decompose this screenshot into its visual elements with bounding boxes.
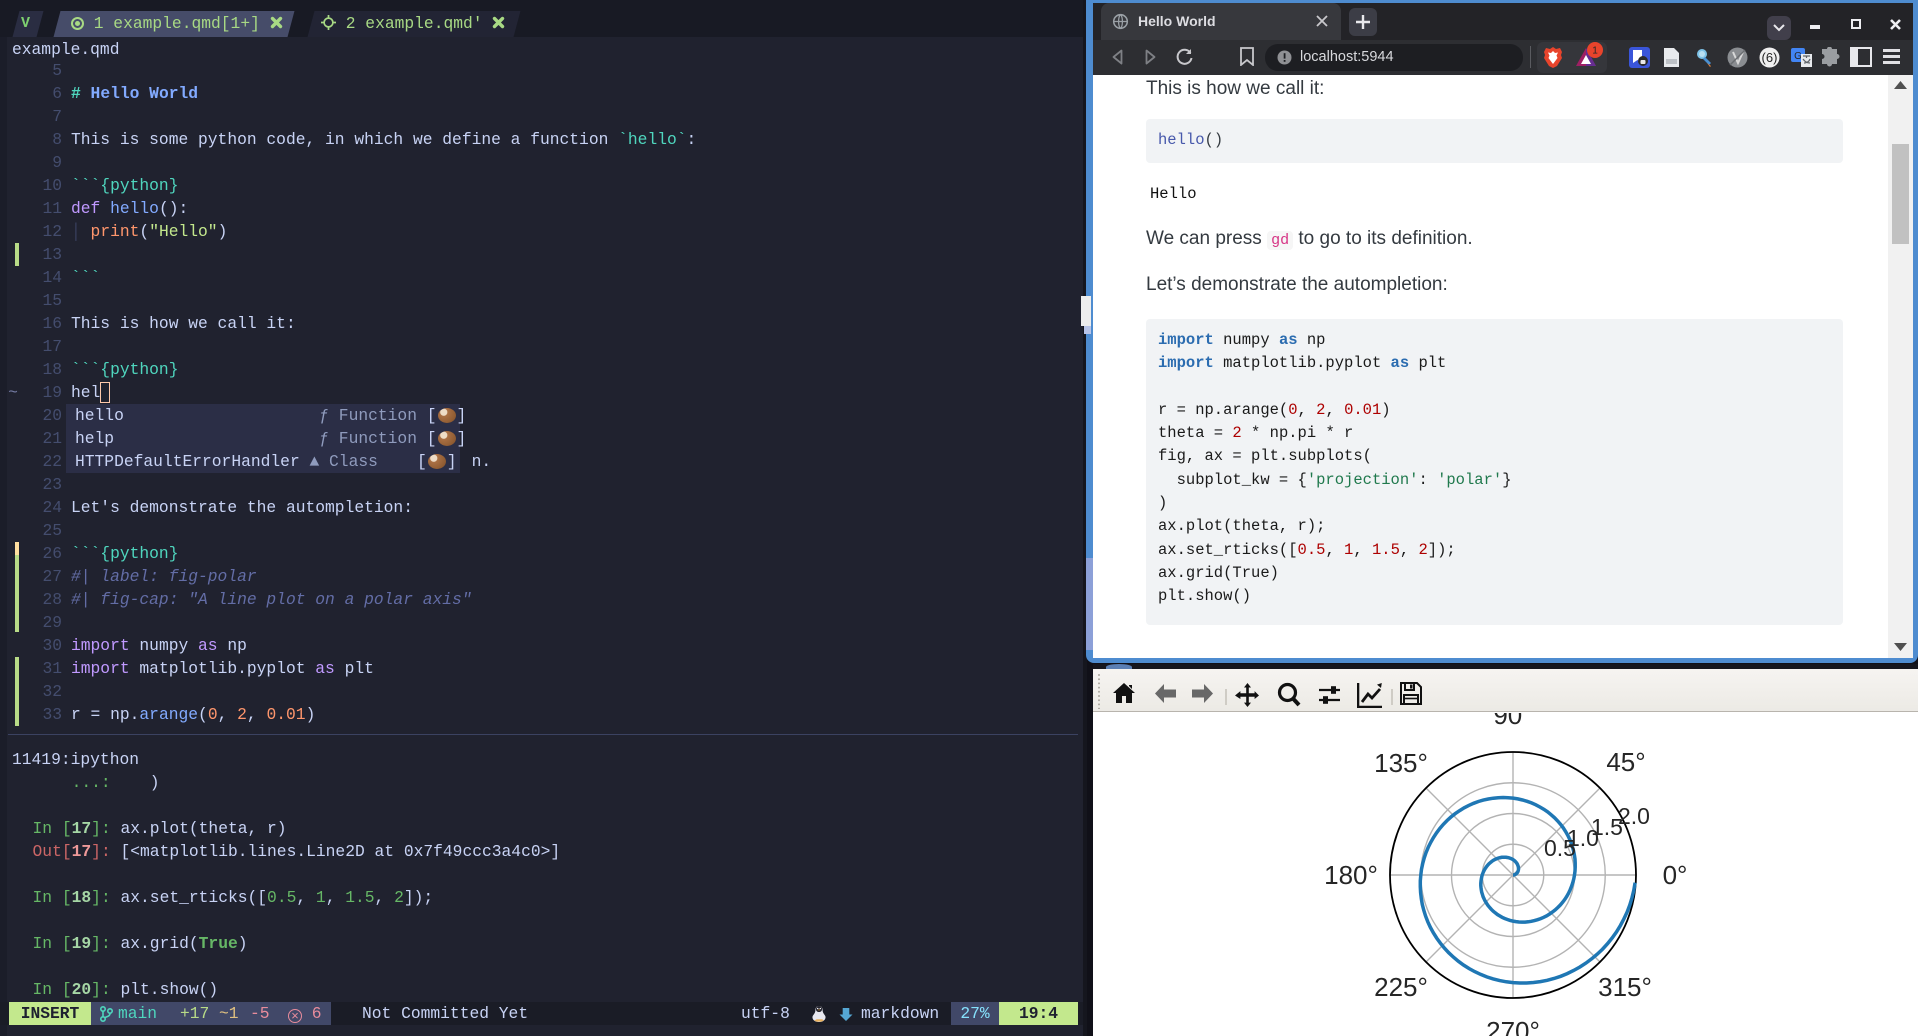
svg-text:90°: 90° xyxy=(1493,713,1532,730)
svg-text:(6): (6) xyxy=(1762,50,1778,65)
svg-text:135°: 135° xyxy=(1374,748,1428,778)
svg-text:270°: 270° xyxy=(1486,1016,1540,1036)
svg-text:G: G xyxy=(1794,51,1802,62)
svg-text:180°: 180° xyxy=(1324,860,1378,890)
svg-text:225°: 225° xyxy=(1374,972,1428,1002)
svg-text:0°: 0° xyxy=(1663,860,1688,890)
svg-text:2.0: 2.0 xyxy=(1618,803,1650,829)
svg-text:315°: 315° xyxy=(1598,972,1652,1002)
svg-text:45°: 45° xyxy=(1606,747,1645,777)
svg-text:1: 1 xyxy=(1592,46,1598,57)
